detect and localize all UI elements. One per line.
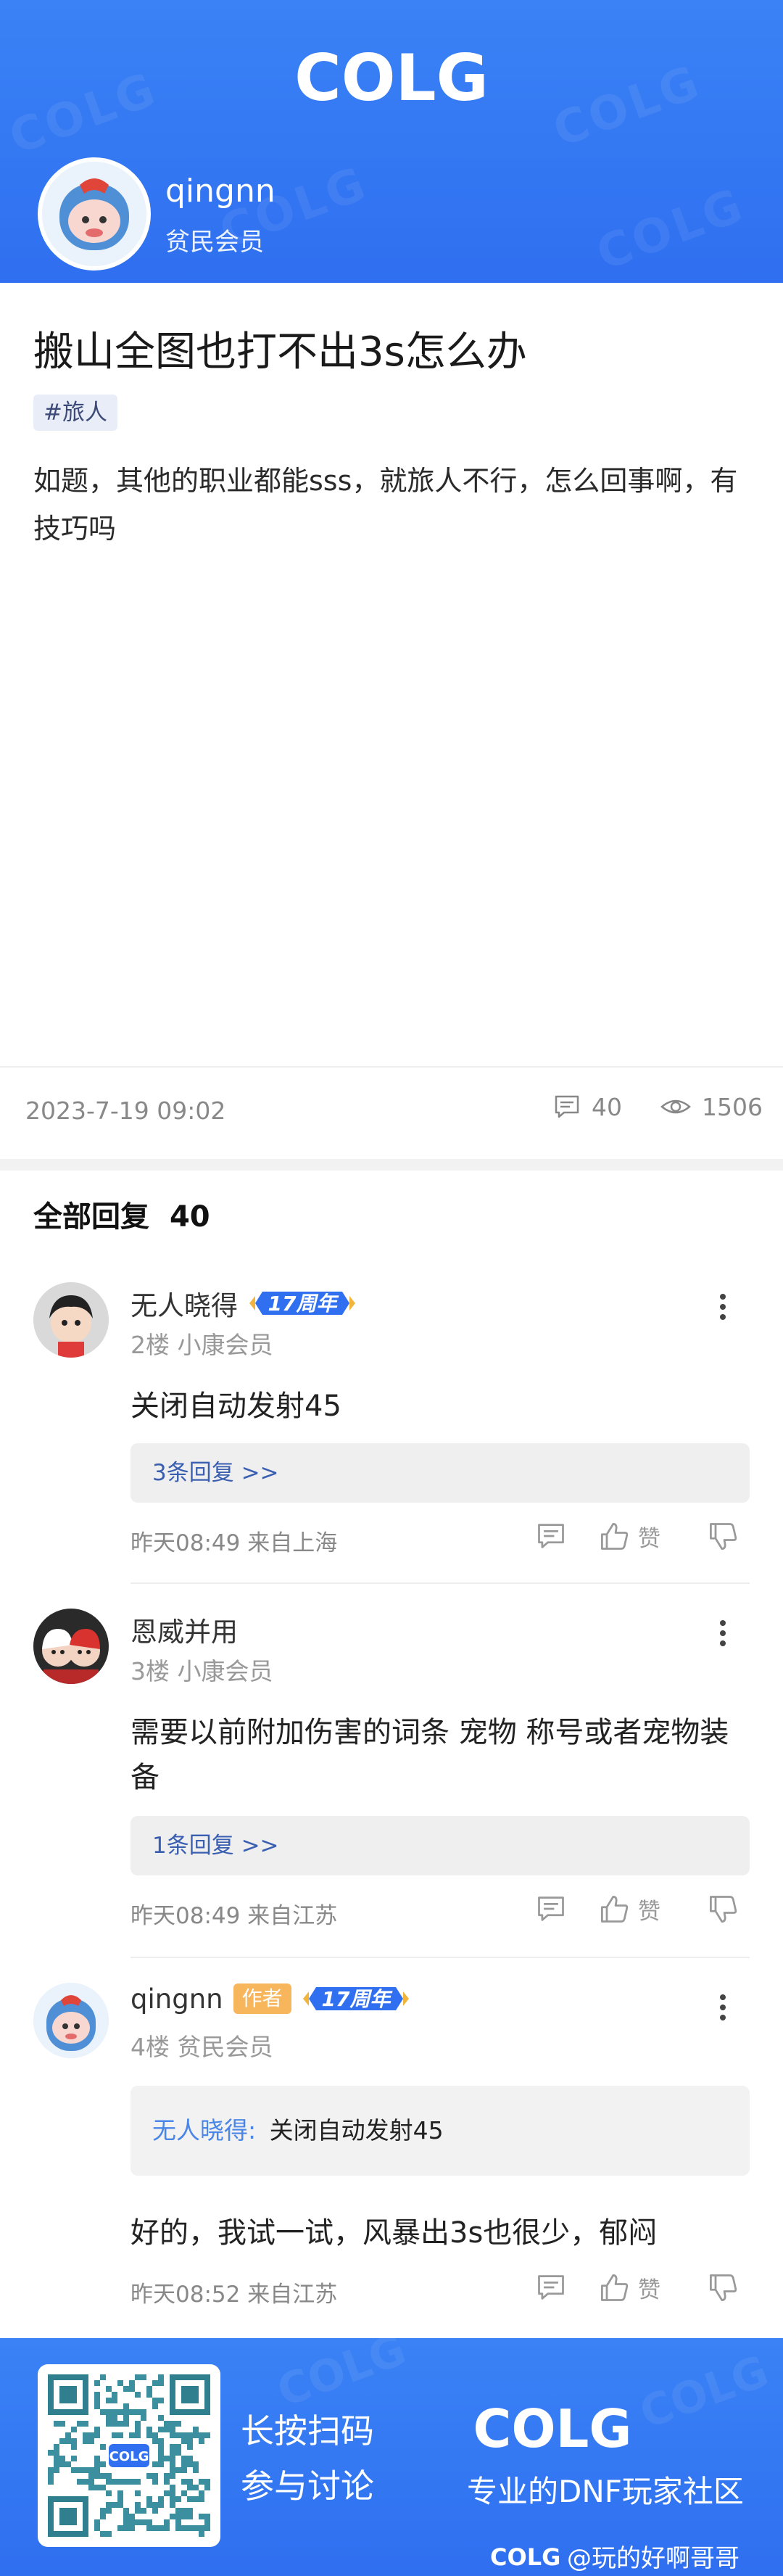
reply-author[interactable]: 无人晓得 17周年	[130, 1284, 357, 1323]
post-body: 如题，其他的职业都能sss，就旅人不行，怎么回事啊，有技巧吗	[33, 465, 738, 545]
quoted-text: 关闭自动发射45	[269, 2116, 444, 2144]
comment-count[interactable]: 40	[552, 1092, 622, 1121]
reply-avatar[interactable]	[33, 1609, 109, 1684]
divider	[0, 1066, 783, 1068]
svg-text:COLG: COLG	[473, 2399, 631, 2457]
watermark: COLG	[633, 2345, 775, 2440]
reply-comment-button[interactable]	[535, 1893, 567, 1925]
more-options-button[interactable]	[714, 1289, 732, 1324]
share-footer: COLG COLG COLG 长按扫码 参与讨论 COLG 专业的DNF玩家社区…	[0, 2338, 783, 2576]
author-badge: 作者	[233, 1983, 291, 2014]
post-date: 2023-7-19 09:02	[25, 1097, 226, 1125]
section-separator	[0, 1159, 783, 1171]
eye-icon	[660, 1099, 691, 1114]
profile-header: COLG COLG COLG COLG COLG qingnn 贫民会员	[0, 0, 783, 283]
user-avatar[interactable]	[38, 157, 151, 271]
thumbs-down-icon	[710, 2274, 737, 2301]
comment-icon	[538, 2275, 564, 2300]
sub-replies-link[interactable]: 3条回复 >>	[130, 1443, 750, 1503]
thumbs-down-icon	[710, 1523, 737, 1550]
like-button[interactable]: 赞	[599, 1520, 660, 1553]
thumbs-up-icon	[601, 1522, 629, 1550]
like-label: 赞	[638, 2277, 660, 2303]
watermark: COLG	[546, 55, 708, 158]
reply-time-location: 昨天08:52 来自江苏	[130, 2282, 338, 2308]
replies-count: 40	[169, 1200, 210, 1234]
author-handle: COLG @玩的好啊哥哥	[490, 2538, 740, 2574]
thumbs-up-icon	[601, 2274, 629, 2301]
reply-text: 关闭自动发射45	[130, 1390, 341, 1423]
like-button[interactable]: 赞	[599, 2271, 660, 2304]
comment-icon	[538, 1896, 564, 1921]
replies-header: 全部回复 40	[33, 1193, 210, 1235]
view-count: 1506	[660, 1092, 763, 1121]
dislike-button[interactable]	[708, 2271, 740, 2303]
reply-avatar[interactable]	[33, 1282, 109, 1358]
scan-prompt-line1: 长按扫码	[241, 2411, 374, 2451]
svg-text:17周年: 17周年	[268, 1292, 340, 1316]
dislike-button[interactable]	[708, 1520, 740, 1552]
post-title: 搬山全图也打不出3s怎么办	[33, 329, 527, 376]
reply-author-name: 无人晓得	[130, 1290, 238, 1321]
reply-text: 好的，我试一试，风暴出3s也很少，郁闷	[130, 2216, 658, 2250]
reply-comment-button[interactable]	[535, 1520, 567, 1552]
reply-time-location: 昨天08:49 来自上海	[130, 1530, 338, 1556]
reply-author-name: qingnn	[130, 1983, 223, 2015]
reply-divider	[130, 1582, 750, 1584]
reply-divider	[130, 1957, 750, 1958]
username[interactable]: qingnn	[165, 173, 276, 210]
reply-comment-button[interactable]	[535, 2271, 567, 2303]
view-count-value: 1506	[702, 1092, 763, 1121]
reply-floor-level: 4楼 贫民会员	[130, 2033, 273, 2061]
colg-logo: COLG	[473, 2399, 631, 2457]
watermark: COLG	[589, 178, 752, 281]
svg-text:COLG: COLG	[490, 2543, 560, 2570]
scan-prompt-line2: 参与讨论	[241, 2466, 374, 2506]
topic-tag[interactable]: #旅人	[33, 395, 117, 431]
watermark: COLG	[2, 62, 165, 165]
quoted-reply[interactable]: 无人晓得: 关闭自动发射45	[130, 2086, 750, 2176]
qr-code[interactable]: COLG	[38, 2364, 220, 2547]
reply-author-name: 恩威并用	[130, 1617, 238, 1648]
like-label: 赞	[638, 1899, 660, 1925]
dislike-button[interactable]	[708, 1893, 740, 1925]
colg-logo-small: COLG	[490, 2543, 560, 2570]
more-options-button[interactable]	[714, 1616, 732, 1651]
thumbs-up-icon	[601, 1895, 629, 1923]
svg-text:COLG: COLG	[294, 42, 489, 112]
qr-code-image: COLG	[48, 2374, 210, 2537]
reply-author[interactable]: qingnn 作者 17周年	[130, 1983, 410, 2015]
reply-author[interactable]: 恩威并用	[130, 1610, 238, 1649]
replies-label: 全部回复	[33, 1200, 149, 1234]
handle-text: @玩的好啊哥哥	[567, 2544, 740, 2573]
thumbs-down-icon	[710, 1896, 737, 1923]
like-button[interactable]: 赞	[599, 1893, 660, 1925]
reply-floor-level: 3楼 小康会员	[130, 1657, 273, 1685]
sub-replies-link[interactable]: 1条回复 >>	[130, 1816, 750, 1875]
comment-icon	[555, 1095, 579, 1118]
reply-time-location: 昨天08:49 来自江苏	[130, 1903, 338, 1929]
reply-floor-level: 2楼 小康会员	[130, 1331, 273, 1359]
footer-slogan: 专业的DNF玩家社区	[467, 2474, 744, 2509]
like-label: 赞	[638, 1526, 660, 1552]
more-options-button[interactable]	[714, 1990, 732, 2025]
svg-text:17周年: 17周年	[321, 1987, 393, 2011]
comment-count-value: 40	[592, 1092, 622, 1121]
colg-logo: COLG	[294, 42, 489, 112]
comment-icon	[538, 1524, 564, 1548]
anniversary-badge: 17周年	[302, 1987, 409, 2011]
quoted-author: 无人晓得:	[152, 2116, 257, 2144]
user-level: 贫民会员	[165, 228, 264, 257]
anniversary-badge: 17周年	[249, 1292, 355, 1316]
svg-text:COLG: COLG	[109, 2449, 149, 2464]
reply-text: 需要以前附加伤害的词条 宠物 称号或者宠物装备	[130, 1716, 729, 1794]
reply-avatar[interactable]	[33, 1983, 109, 2058]
